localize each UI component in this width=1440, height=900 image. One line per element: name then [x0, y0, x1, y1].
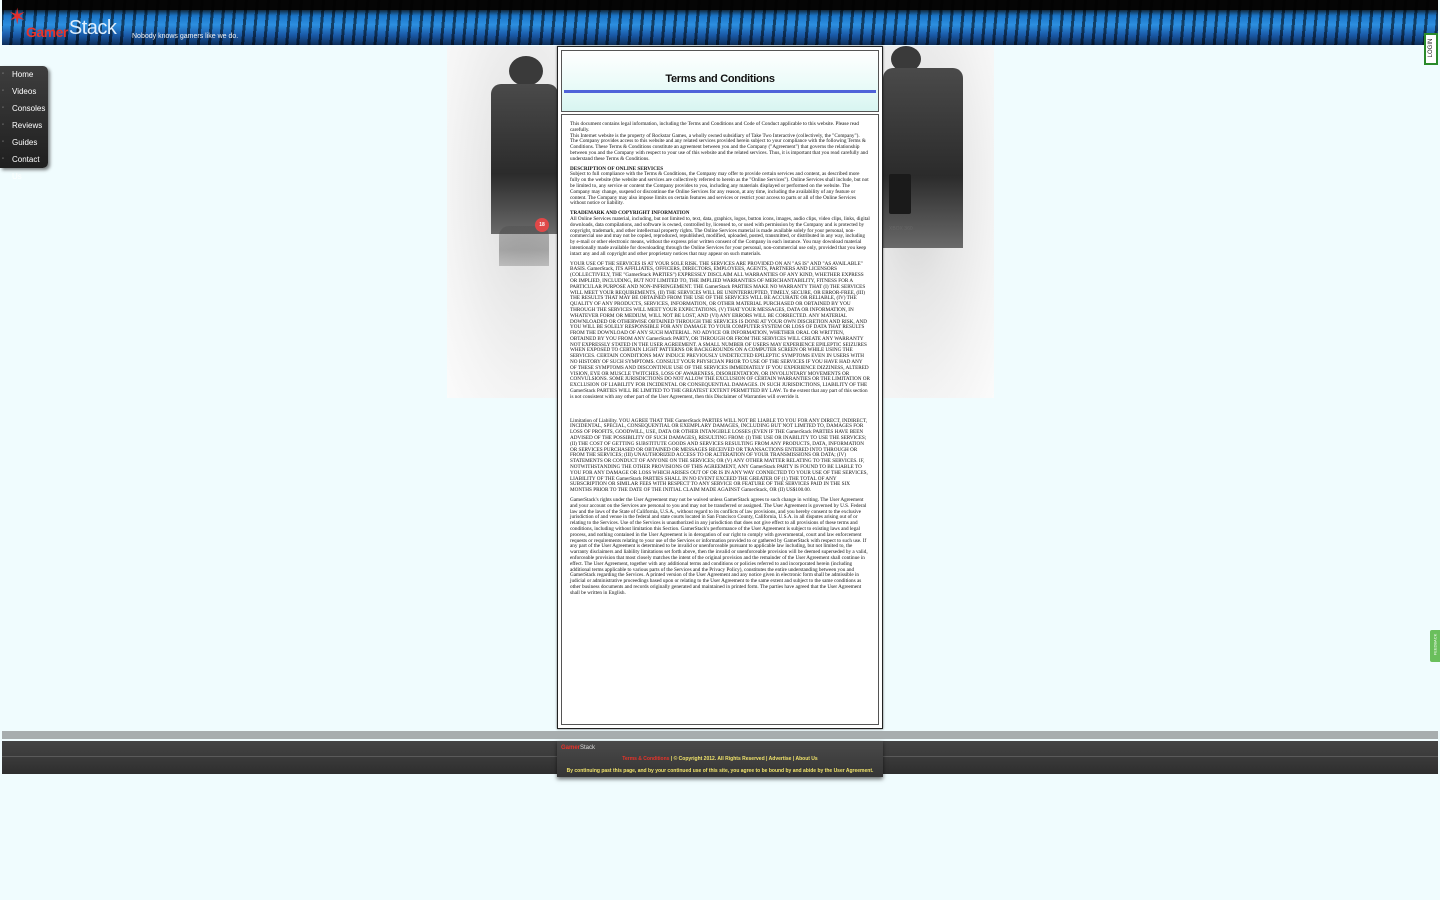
login-tab[interactable]: LOGIN	[1424, 33, 1438, 65]
nav-item-label: Guides	[12, 138, 38, 147]
logo-star-icon: ✶	[8, 4, 27, 29]
terms-link[interactable]: Terms & Conditions	[622, 756, 669, 762]
link-separator: |	[670, 756, 673, 762]
nav-bullet-icon: ◦	[2, 122, 5, 128]
soldier-art-right: XBOX 360	[883, 46, 994, 398]
terms-paragraph: Subject to full compliance with the Term…	[570, 171, 869, 207]
title-underline	[564, 90, 876, 93]
footer-links: Terms & Conditions | © Copyright 2012. A…	[557, 756, 883, 762]
title-box: Terms and Conditions	[561, 50, 879, 112]
terms-paragraph: All Online Services material, including,…	[570, 215, 870, 257]
logo-stack-text: Stack	[68, 17, 117, 39]
nav-item-reviews[interactable]: ◦ Reviews	[0, 117, 48, 134]
advertise-link[interactable]: Advertise	[769, 756, 792, 762]
nav-item-label: Videos	[12, 87, 37, 96]
soldier-body	[883, 68, 963, 248]
nav-bullet-icon: ◦	[2, 88, 5, 94]
intro-text: This document contains legal information…	[570, 121, 859, 133]
terms-paragraph: This document contains legal information…	[570, 121, 870, 163]
soldier-body	[491, 84, 558, 234]
nav-bullet-icon: ◦	[2, 139, 5, 145]
login-tab-label: LOGIN	[1428, 38, 1434, 58]
site-logo[interactable]: ✶ Gamer Stack	[8, 4, 117, 41]
nav-item-videos[interactable]: ◦ Videos	[0, 83, 48, 100]
nav-bullet-icon: ◦	[2, 105, 5, 111]
terms-paragraph: GamerStack's rights under the User Agree…	[570, 497, 868, 596]
nav-item-label: Contact Us	[12, 155, 40, 181]
nav-item-consoles[interactable]: ◦ Consoles	[0, 100, 48, 117]
console-image	[889, 174, 911, 214]
nav-item-guides[interactable]: ◦ Guides	[0, 134, 48, 151]
footer-logo[interactable]: GamerStack	[561, 745, 595, 751]
copyright-text: © Copyright 2012. All Rights Reserved	[673, 756, 765, 762]
soldier-legs	[499, 226, 549, 266]
age-rating-badge: 18	[535, 218, 549, 232]
soldier-art-left: 18	[447, 46, 558, 398]
link-separator: |	[766, 756, 768, 762]
site-tagline: Nobody knows gamers like we do.	[132, 33, 239, 40]
side-navigation: ◦ Home ◦ Videos ◦ Consoles ◦ Reviews ◦ Guides…	[0, 66, 48, 181]
terms-panel: Terms and Conditions This document conta…	[557, 46, 883, 729]
footer-divider	[2, 731, 1438, 739]
logo-gamer-text: Gamer	[26, 24, 68, 40]
page-title: Terms and Conditions	[665, 73, 775, 85]
feedback-tab[interactable]: FEEDBACK	[1430, 630, 1440, 662]
agreement-text: The Company provides access to this webs…	[570, 138, 868, 162]
footer-panel: GamerStack Terms & Conditions | © Copyri…	[557, 741, 883, 777]
terms-body[interactable]: This document contains legal information…	[561, 114, 879, 725]
footer-logo-gamer: Gamer	[561, 745, 581, 751]
nav-item-contact-us[interactable]: ◦ Contact Us	[0, 151, 48, 181]
footer-notice: By continuing past this page, and by you…	[566, 768, 874, 774]
feedback-tab-label: FEEDBACK	[1432, 633, 1438, 656]
terms-paragraph: YOUR USE OF THE SERVICES IS AT YOUR SOLE…	[570, 260, 870, 400]
nav-item-label: Consoles	[12, 104, 46, 113]
nav-bullet-icon: ◦	[2, 71, 5, 77]
header-banner: ✶ Gamer Stack Nobody knows gamers like w…	[2, 0, 1438, 45]
footer-logo-stack: Stack	[580, 745, 596, 751]
nav-item-home[interactable]: ◦ Home	[0, 66, 48, 83]
terms-paragraph: Limitation of Liability. YOU AGREE THAT …	[570, 417, 868, 494]
nav-item-label: Home	[12, 70, 34, 79]
soldier-helmet	[509, 56, 543, 86]
nav-item-label: Reviews	[12, 121, 43, 130]
console-label: XBOX 360	[889, 226, 913, 232]
nav-bullet-icon: ◦	[2, 156, 5, 162]
about-us-link[interactable]: About Us	[795, 756, 817, 762]
